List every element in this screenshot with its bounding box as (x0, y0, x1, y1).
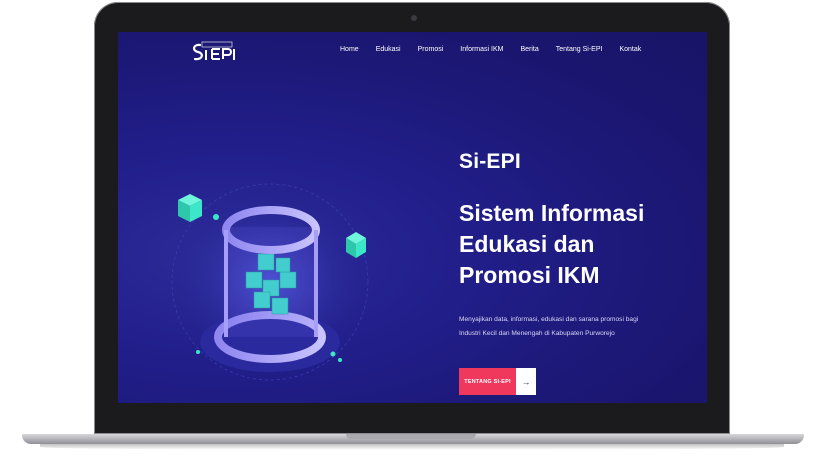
data-cylinder-illustration (165, 183, 375, 381)
nav-berita[interactable]: Berita (520, 46, 538, 53)
nav-tentang[interactable]: Tentang Si-EPI (556, 46, 603, 53)
hero-description: Menyajikan data, informasi, edukasi dan … (459, 316, 639, 337)
cta-label: TENTANG SI-EPI (459, 368, 516, 395)
main-nav: Home Edukasi Promosi Informasi IKM Berit… (340, 46, 658, 53)
nav-informasi-ikm[interactable]: Informasi IKM (460, 46, 503, 53)
hero-title-line: Sistem Informasi (459, 200, 645, 226)
floating-cube-left (178, 194, 202, 222)
nav-home[interactable]: Home (340, 46, 359, 53)
nav-promosi[interactable]: Promosi (418, 46, 444, 53)
siepi-logo[interactable] (190, 39, 236, 65)
hero-title: Sistem Informasi Edukasi dan Promosi IKM (459, 198, 699, 291)
hero-title-line: Promosi IKM (459, 262, 600, 288)
arrow-right-icon: → (516, 368, 536, 395)
website-screen: Home Edukasi Promosi Informasi IKM Berit… (118, 32, 707, 403)
webcam (411, 15, 417, 21)
laptop-hinge-notch (346, 434, 476, 439)
nav-kontak[interactable]: Kontak (619, 46, 641, 53)
nav-edukasi[interactable]: Edukasi (376, 46, 401, 53)
hero-tag: Si-EPI (459, 150, 521, 173)
tentang-siepi-button[interactable]: TENTANG SI-EPI → (459, 368, 536, 395)
laptop-shadow (40, 444, 784, 450)
hero-title-line: Edukasi dan (459, 231, 595, 257)
